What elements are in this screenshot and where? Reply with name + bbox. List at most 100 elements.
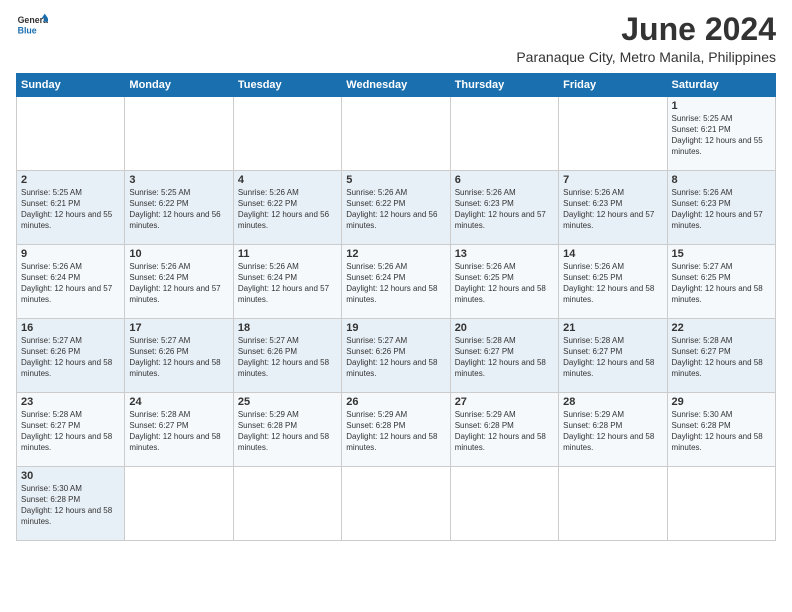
day-info: Sunrise: 5:26 AM Sunset: 6:22 PM Dayligh… [346,188,445,231]
day-number: 24 [129,396,228,408]
day-info: Sunrise: 5:26 AM Sunset: 6:24 PM Dayligh… [21,262,120,305]
day-info: Sunrise: 5:27 AM Sunset: 6:25 PM Dayligh… [672,262,771,305]
logo-icon: General Blue [16,12,48,40]
day-number: 9 [21,248,120,260]
day-info: Sunrise: 5:26 AM Sunset: 6:25 PM Dayligh… [455,262,554,305]
day-info: Sunrise: 5:27 AM Sunset: 6:26 PM Dayligh… [129,336,228,379]
day-info: Sunrise: 5:26 AM Sunset: 6:23 PM Dayligh… [672,188,771,231]
header: General Blue June 2024 Paranaque City, M… [16,12,776,65]
calendar-cell: 4Sunrise: 5:26 AM Sunset: 6:22 PM Daylig… [233,171,341,245]
calendar-cell: 12 Sunrise: 5:26 AM Sunset: 6:24 PM Dayli… [342,245,450,319]
day-number: 27 [455,396,554,408]
header-day-thursday: Thursday [450,74,558,97]
header-day-monday: Monday [125,74,233,97]
calendar-cell: 1 Sunrise: 5:25 AM Sunset: 6:21 PM Daylig… [667,97,775,171]
day-number: 23 [21,396,120,408]
calendar-cell [125,97,233,171]
calendar-cell: 30Sunrise: 5:30 AM Sunset: 6:28 PM Dayli… [17,467,125,541]
day-number: 6 [455,174,554,186]
day-number: 2 [21,174,120,186]
day-info: Sunrise: 5:26 AM Sunset: 6:24 PM Dayligh… [129,262,228,305]
calendar-cell: 19 Sunrise: 5:27 AM Sunset: 6:26 PM Dayli… [342,319,450,393]
calendar-cell: 20Sunrise: 5:28 AM Sunset: 6:27 PM Dayli… [450,319,558,393]
calendar-cell: 28 Sunrise: 5:29 AM Sunset: 6:28 PM Dayli… [559,393,667,467]
calendar-cell: 21Sunrise: 5:28 AM Sunset: 6:27 PM Dayli… [559,319,667,393]
calendar-cell [559,467,667,541]
week-row-2: 9 Sunrise: 5:26 AM Sunset: 6:24 PM Daylig… [17,245,776,319]
day-info: Sunrise: 5:26 AM Sunset: 6:22 PM Dayligh… [238,188,337,231]
day-number: 28 [563,396,662,408]
calendar-cell: 18 Sunrise: 5:27 AM Sunset: 6:26 PM Dayli… [233,319,341,393]
logo: General Blue [16,12,48,40]
calendar-cell [125,467,233,541]
day-number: 16 [21,322,120,334]
calendar-cell: 27 Sunrise: 5:29 AM Sunset: 6:28 PM Dayli… [450,393,558,467]
day-number: 1 [672,100,771,112]
day-number: 14 [563,248,662,260]
day-number: 10 [129,248,228,260]
calendar-cell: 14 Sunrise: 5:26 AM Sunset: 6:25 PM Dayli… [559,245,667,319]
calendar-cell: 29 Sunrise: 5:30 AM Sunset: 6:28 PM Dayli… [667,393,775,467]
day-info: Sunrise: 5:28 AM Sunset: 6:27 PM Dayligh… [455,336,554,379]
week-row-3: 16 Sunrise: 5:27 AM Sunset: 6:26 PM Dayli… [17,319,776,393]
calendar-cell: 7Sunrise: 5:26 AM Sunset: 6:23 PM Daylig… [559,171,667,245]
calendar-cell: 17 Sunrise: 5:27 AM Sunset: 6:26 PM Dayli… [125,319,233,393]
calendar-cell [450,97,558,171]
header-day-tuesday: Tuesday [233,74,341,97]
day-info: Sunrise: 5:29 AM Sunset: 6:28 PM Dayligh… [455,410,554,453]
day-number: 17 [129,322,228,334]
day-info: Sunrise: 5:29 AM Sunset: 6:28 PM Dayligh… [563,410,662,453]
day-number: 13 [455,248,554,260]
calendar-cell [667,467,775,541]
calendar-cell: 8 Sunrise: 5:26 AM Sunset: 6:23 PM Daylig… [667,171,775,245]
calendar-cell [450,467,558,541]
calendar-cell [342,467,450,541]
header-day-saturday: Saturday [667,74,775,97]
week-row-5: 30Sunrise: 5:30 AM Sunset: 6:28 PM Dayli… [17,467,776,541]
day-info: Sunrise: 5:28 AM Sunset: 6:27 PM Dayligh… [129,410,228,453]
header-day-friday: Friday [559,74,667,97]
day-info: Sunrise: 5:25 AM Sunset: 6:21 PM Dayligh… [672,114,771,157]
day-info: Sunrise: 5:29 AM Sunset: 6:28 PM Dayligh… [238,410,337,453]
day-info: Sunrise: 5:29 AM Sunset: 6:28 PM Dayligh… [346,410,445,453]
day-info: Sunrise: 5:28 AM Sunset: 6:27 PM Dayligh… [563,336,662,379]
calendar-cell: 5 Sunrise: 5:26 AM Sunset: 6:22 PM Daylig… [342,171,450,245]
day-number: 18 [238,322,337,334]
day-number: 26 [346,396,445,408]
calendar-cell [342,97,450,171]
title-section: June 2024 Paranaque City, Metro Manila, … [516,12,776,65]
week-row-1: 2 Sunrise: 5:25 AM Sunset: 6:21 PM Daylig… [17,171,776,245]
day-info: Sunrise: 5:25 AM Sunset: 6:21 PM Dayligh… [21,188,120,231]
day-number: 12 [346,248,445,260]
calendar-cell: 25Sunrise: 5:29 AM Sunset: 6:28 PM Dayli… [233,393,341,467]
day-info: Sunrise: 5:26 AM Sunset: 6:24 PM Dayligh… [238,262,337,305]
day-number: 29 [672,396,771,408]
day-info: Sunrise: 5:30 AM Sunset: 6:28 PM Dayligh… [672,410,771,453]
day-number: 19 [346,322,445,334]
calendar-cell: 22Sunrise: 5:28 AM Sunset: 6:27 PM Dayli… [667,319,775,393]
calendar-cell: 13 Sunrise: 5:26 AM Sunset: 6:25 PM Dayli… [450,245,558,319]
calendar-cell: 2 Sunrise: 5:25 AM Sunset: 6:21 PM Daylig… [17,171,125,245]
day-info: Sunrise: 5:27 AM Sunset: 6:26 PM Dayligh… [21,336,120,379]
header-day-wednesday: Wednesday [342,74,450,97]
calendar-cell: 11Sunrise: 5:26 AM Sunset: 6:24 PM Dayli… [233,245,341,319]
calendar-cell: 16 Sunrise: 5:27 AM Sunset: 6:26 PM Dayli… [17,319,125,393]
day-number: 30 [21,470,120,482]
calendar-cell: 23Sunrise: 5:28 AM Sunset: 6:27 PM Dayli… [17,393,125,467]
page: General Blue June 2024 Paranaque City, M… [0,0,792,553]
day-info: Sunrise: 5:26 AM Sunset: 6:24 PM Dayligh… [346,262,445,305]
month-title: June 2024 [516,12,776,47]
day-info: Sunrise: 5:27 AM Sunset: 6:26 PM Dayligh… [238,336,337,379]
svg-text:Blue: Blue [18,26,37,36]
header-row: SundayMondayTuesdayWednesdayThursdayFrid… [17,74,776,97]
calendar-table: SundayMondayTuesdayWednesdayThursdayFrid… [16,73,776,541]
day-number: 5 [346,174,445,186]
day-info: Sunrise: 5:26 AM Sunset: 6:25 PM Dayligh… [563,262,662,305]
calendar-cell [559,97,667,171]
day-number: 8 [672,174,771,186]
header-day-sunday: Sunday [17,74,125,97]
calendar-cell: 15Sunrise: 5:27 AM Sunset: 6:25 PM Dayli… [667,245,775,319]
day-info: Sunrise: 5:27 AM Sunset: 6:26 PM Dayligh… [346,336,445,379]
week-row-0: 1 Sunrise: 5:25 AM Sunset: 6:21 PM Daylig… [17,97,776,171]
calendar-cell: 24 Sunrise: 5:28 AM Sunset: 6:27 PM Dayli… [125,393,233,467]
